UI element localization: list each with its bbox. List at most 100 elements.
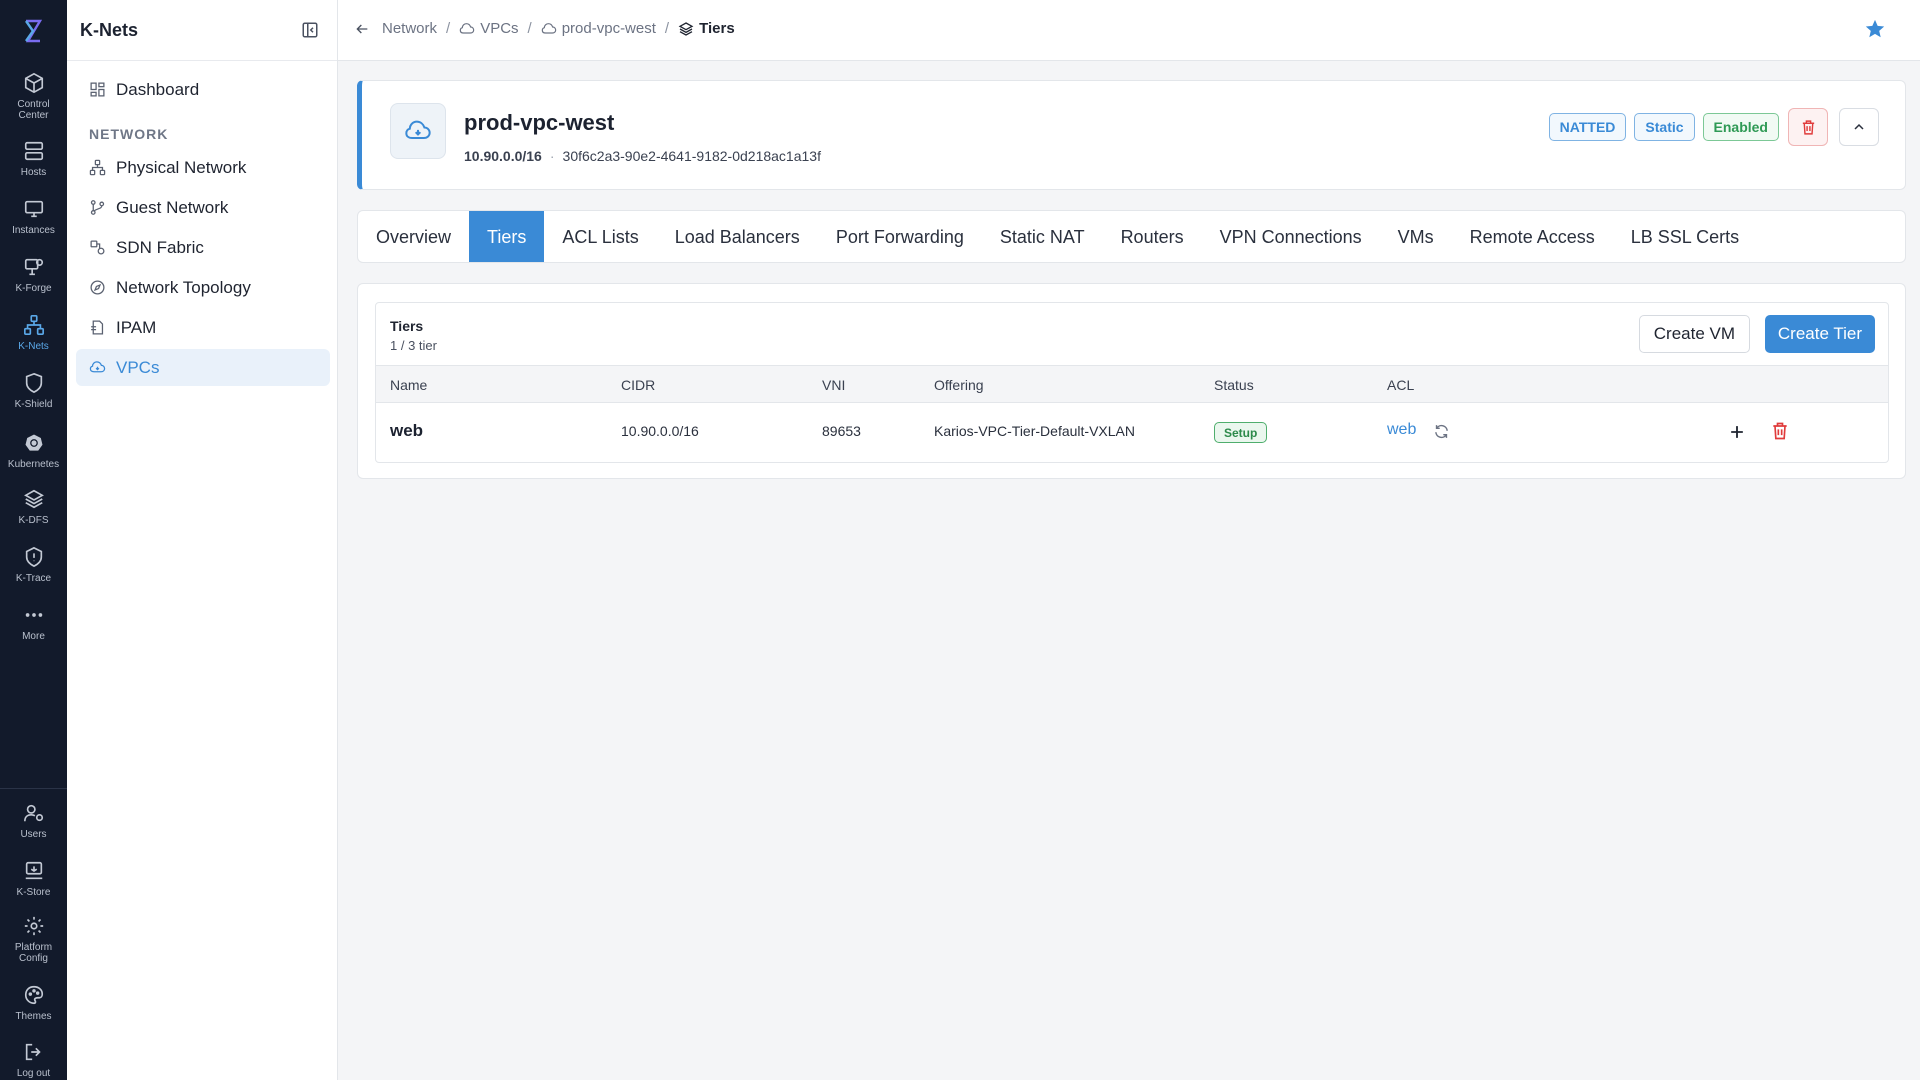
side-nav-title: K-Nets [80,20,139,40]
collapse-card-button[interactable] [1839,108,1879,146]
rail-label: Users [20,829,47,840]
column-header-offering[interactable]: Offering [934,377,984,393]
tier-offering: Karios-VPC-Tier-Default-VXLAN [934,423,1135,439]
rail-more[interactable]: More [0,604,67,642]
vpc-icon-box [390,103,446,159]
tab-acl-lists[interactable]: ACL Lists [544,211,656,262]
rail-label: Control Center [17,99,50,121]
create-vm-button[interactable]: Create VM [1638,315,1750,353]
tab-routers[interactable]: Routers [1103,211,1202,262]
acl-link[interactable]: web [1387,421,1416,439]
rail-label: More [22,631,45,642]
rail-themes[interactable]: Themes [0,984,67,1022]
tab-vms[interactable]: VMs [1380,211,1452,262]
rail-label: Instances [12,225,55,236]
tiers-count: 1 / 3 tier [390,338,437,353]
separator-dot: · [549,148,555,164]
rail-label: K-DFS [18,515,49,526]
breadcrumb-current: Tiers [678,20,735,37]
sidebar-item-ipam[interactable]: IPAM [76,309,330,346]
refresh-icon[interactable] [1433,423,1450,440]
rail-users[interactable]: Users [0,802,67,840]
app-logo-icon[interactable] [18,16,48,46]
enabled-badge: Enabled [1702,113,1779,141]
tab-port-forwarding[interactable]: Port Forwarding [818,211,982,262]
dashboard-icon [90,82,105,97]
column-header-status[interactable]: Status [1214,377,1254,393]
store-icon [25,861,42,880]
sidebar-item-label: VPCs [116,357,160,377]
vpc-tabs: Overview Tiers ACL Lists Load Balancers … [357,210,1906,263]
collapse-sidebar-icon[interactable] [301,21,319,39]
rail-label: Log out [16,1068,51,1079]
sidebar-item-sdn-fabric[interactable]: SDN Fabric [76,229,330,266]
tier-cidr: 10.90.0.0/16 [621,423,699,439]
sidebar-item-label: Network Topology [116,277,251,297]
rail-control-center[interactable]: Control Center [0,72,67,121]
back-arrow-icon[interactable] [354,21,370,37]
rail-k-store[interactable]: K-Store [0,860,67,898]
sidebar-item-physical-network[interactable]: Physical Network [76,149,330,186]
rail-label: Platform Config [14,942,53,964]
rail-instances[interactable]: Instances [0,198,67,236]
breadcrumb-vpc[interactable]: prod-vpc-west [541,20,656,37]
tier-name[interactable]: web [390,421,423,441]
ipam-icon [91,320,104,335]
breadcrumb-separator: / [664,20,670,37]
table-row[interactable]: web 10.90.0.0/16 89653 Karios-VPC-Tier-D… [376,403,1888,462]
star-icon[interactable] [1864,18,1886,40]
shield-icon [25,372,42,394]
tab-static-nat[interactable]: Static NAT [982,211,1103,262]
rail-hosts[interactable]: Hosts [0,140,67,178]
rail-k-forge[interactable]: K-Forge [0,256,67,294]
tab-lb-ssl-certs[interactable]: LB SSL Certs [1613,211,1757,262]
rail-k-nets[interactable]: K-Nets [0,314,67,352]
sidebar-item-guest-network[interactable]: Guest Network [76,189,330,226]
rail-logout[interactable]: Log out [0,1041,67,1079]
network-icon [23,315,44,335]
rail-k-shield[interactable]: K-Shield [0,372,67,410]
rail-label: Kubernetes [7,459,60,470]
breadcrumb-vpcs[interactable]: VPCs [459,20,519,37]
sidebar-item-vpcs[interactable]: VPCs [76,349,330,386]
vpc-subtitle: 10.90.0.0/16 · 30f6c2a3-90e2-4641-9182-0… [464,148,821,164]
tab-load-balancers[interactable]: Load Balancers [657,211,818,262]
trash-icon[interactable] [1770,421,1790,441]
breadcrumb-network[interactable]: Network [382,20,437,37]
sidebar-item-label: Dashboard [116,79,200,99]
column-header-acl[interactable]: ACL [1387,377,1414,393]
column-header-cidr[interactable]: CIDR [621,377,655,393]
table-header: Name CIDR VNI Offering Status ACL [376,365,1888,403]
rail-kubernetes[interactable]: Kubernetes [0,432,67,470]
static-badge: Static [1634,113,1695,141]
natted-badge: NATTED [1548,113,1627,141]
tiers-title: Tiers [390,318,424,334]
sidebar-item-dashboard[interactable]: Dashboard [76,71,330,108]
tab-remote-access[interactable]: Remote Access [1452,211,1613,262]
breadcrumb-label: VPCs [480,20,519,37]
rail-k-trace[interactable]: K-Trace [0,546,67,584]
rail-platform-config[interactable]: Platform Config [0,915,67,964]
rail-label: K-Shield [14,399,53,410]
add-icon[interactable] [1727,422,1747,442]
sidebar-item-label: SDN Fabric [116,237,204,257]
column-header-name[interactable]: Name [390,377,427,393]
sidebar-item-label: Guest Network [116,197,229,217]
vpc-title: prod-vpc-west [464,110,615,135]
helm-icon [23,433,44,452]
column-header-vni[interactable]: VNI [822,377,845,393]
create-tier-button[interactable]: Create Tier [1764,315,1875,353]
sidebar-item-label: IPAM [116,317,157,337]
vpc-id: 30f6c2a3-90e2-4641-9182-0d218ac1a13f [562,148,821,164]
tab-tiers[interactable]: Tiers [469,211,545,262]
delete-vpc-button[interactable] [1788,108,1828,146]
breadcrumb-separator: / [527,20,532,37]
breadcrumb-separator: / [446,20,451,37]
users-icon [23,804,43,822]
sidebar-item-label: Physical Network [116,157,247,177]
rail-label: Hosts [20,167,47,178]
tab-vpn-connections[interactable]: VPN Connections [1202,211,1380,262]
tab-overview[interactable]: Overview [358,211,469,262]
sidebar-item-network-topology[interactable]: Network Topology [76,269,330,306]
rail-k-dfs[interactable]: K-DFS [0,488,67,526]
